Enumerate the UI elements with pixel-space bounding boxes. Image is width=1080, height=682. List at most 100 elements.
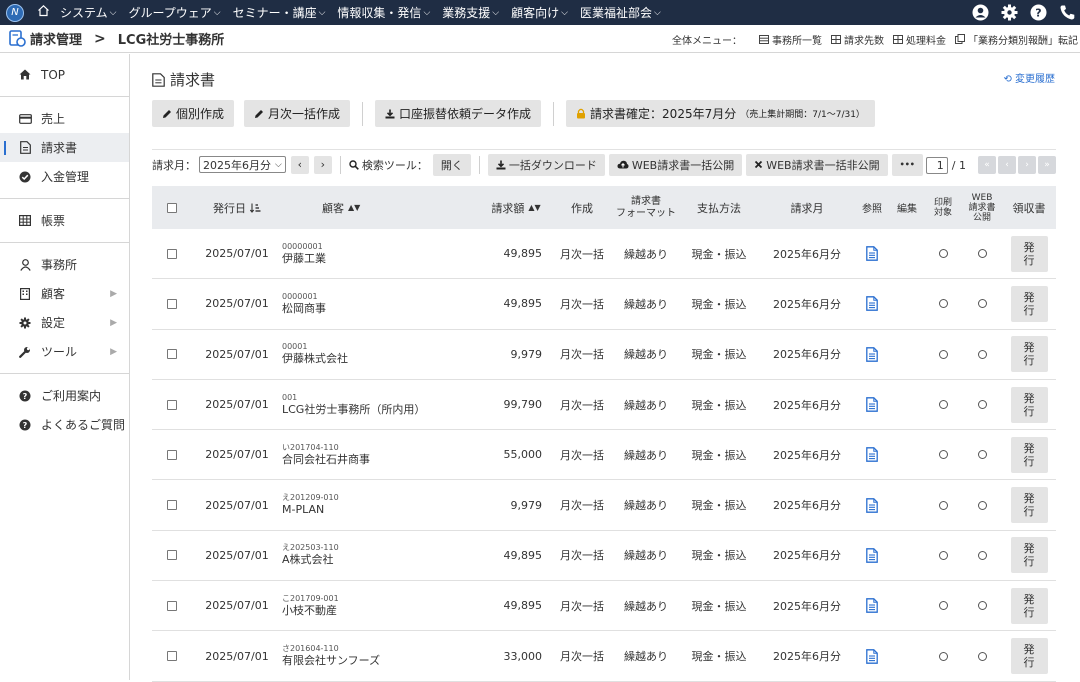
cell-customer[interactable]: こ201709-001 小枝不動産 xyxy=(282,594,470,618)
customer-name[interactable]: 伊藤株式会社 xyxy=(282,352,348,366)
row-checkbox[interactable] xyxy=(167,399,177,410)
monthly-create-button[interactable]: 月次一括作成 xyxy=(244,100,351,127)
web-publish-radio[interactable] xyxy=(977,601,987,611)
sidebar-item-sales[interactable]: 売上 xyxy=(0,104,129,133)
cell-customer[interactable]: え202503-110 A株式会社 xyxy=(282,543,470,567)
web-publish-radio[interactable] xyxy=(977,651,987,661)
prev-page-button[interactable]: ‹ xyxy=(998,156,1016,174)
web-publish-button[interactable]: WEB請求書一括公開 xyxy=(608,153,743,176)
document-view-icon[interactable] xyxy=(866,548,878,563)
sidebar-item-tools[interactable]: ツール ▶ xyxy=(0,337,129,366)
issue-receipt-button[interactable]: 発行 xyxy=(1010,336,1048,373)
customer-name[interactable]: 伊藤工業 xyxy=(282,252,326,266)
print-target-radio[interactable] xyxy=(938,249,948,259)
sidebar-item-office[interactable]: 事務所 xyxy=(0,250,129,279)
print-target-radio[interactable] xyxy=(938,601,948,611)
sidebar-item-faq[interactable]: ? よくあるご質問 xyxy=(0,410,129,439)
invoice-confirm-button[interactable]: 請求書確定：2025年7月分 （売上集計期間：7/1〜7/31） xyxy=(566,100,875,127)
transfer-data-button[interactable]: 口座振替依頼データ作成 xyxy=(375,100,542,127)
customer-name[interactable]: 松岡商事 xyxy=(282,302,326,316)
document-view-icon[interactable] xyxy=(866,397,878,412)
row-checkbox[interactable] xyxy=(167,349,177,360)
gear-icon[interactable] xyxy=(1000,4,1018,22)
cell-customer[interactable]: え201209-010 M-PLAN xyxy=(282,493,470,517)
row-checkbox[interactable] xyxy=(167,651,177,662)
month-select[interactable]: 2025年6月分 ⌵ xyxy=(199,156,286,173)
help-icon[interactable]: ? xyxy=(1029,4,1047,22)
user-icon[interactable] xyxy=(971,4,989,22)
document-view-icon[interactable] xyxy=(866,246,878,261)
print-target-radio[interactable] xyxy=(938,651,948,661)
history-link[interactable]: ⟲ 変更履歴 xyxy=(1003,70,1055,85)
web-publish-radio[interactable] xyxy=(977,550,987,560)
document-view-icon[interactable] xyxy=(866,648,878,664)
issue-receipt-button[interactable]: 発行 xyxy=(1010,436,1048,473)
office-list-link[interactable]: 事務所一覧 xyxy=(759,32,822,47)
print-target-radio[interactable] xyxy=(938,349,948,359)
print-target-radio[interactable] xyxy=(938,550,948,560)
app-title[interactable]: 請求管理 xyxy=(30,29,82,48)
menu-groupware[interactable]: グループウェア xyxy=(128,4,220,21)
sidebar-item-customer[interactable]: 顧客 ▶ xyxy=(0,279,129,308)
web-unpublish-button[interactable]: WEB請求書一括非公開 xyxy=(746,153,888,176)
bulk-download-button[interactable]: 一括ダウンロード xyxy=(487,153,605,176)
issue-receipt-button[interactable]: 発行 xyxy=(1010,537,1048,574)
next-month-button[interactable]: › xyxy=(313,155,332,174)
customer-name[interactable]: 小枝不動産 xyxy=(282,604,337,618)
app-logo[interactable]: N xyxy=(6,3,24,22)
print-target-radio[interactable] xyxy=(938,400,948,410)
header-customer[interactable]: 顧客 ▲▼ xyxy=(282,200,470,216)
print-target-radio[interactable] xyxy=(938,299,948,309)
menu-medical[interactable]: 医業福祉部会 xyxy=(580,4,661,21)
document-view-icon[interactable] xyxy=(866,598,878,614)
sidebar-item-settings[interactable]: 設定 ▶ xyxy=(0,308,129,337)
cell-customer[interactable]: 00000001 伊藤工業 xyxy=(282,242,470,266)
document-view-icon[interactable] xyxy=(866,447,878,463)
billing-count-link[interactable]: 請求先数 xyxy=(831,32,884,47)
issue-receipt-button[interactable]: 発行 xyxy=(1010,638,1048,675)
sidebar-item-guide[interactable]: ? ご利用案内 xyxy=(0,381,129,410)
sidebar-item-payments[interactable]: 入金管理 xyxy=(0,162,129,191)
customer-name[interactable]: M-PLAN xyxy=(282,503,324,517)
web-publish-radio[interactable] xyxy=(977,450,987,460)
last-page-button[interactable]: » xyxy=(1038,156,1056,174)
row-checkbox[interactable] xyxy=(167,449,177,460)
web-publish-radio[interactable] xyxy=(977,249,987,259)
home-icon[interactable] xyxy=(36,4,50,21)
row-checkbox[interactable] xyxy=(167,298,177,309)
web-publish-radio[interactable] xyxy=(977,500,987,510)
row-checkbox[interactable] xyxy=(167,550,177,561)
issue-receipt-button[interactable]: 発行 xyxy=(1010,235,1048,272)
cell-customer[interactable]: い201704-110 合同会社石井商事 xyxy=(282,443,470,467)
issue-receipt-button[interactable]: 発行 xyxy=(1010,587,1048,624)
individual-create-button[interactable]: 個別作成 xyxy=(152,100,235,127)
print-target-radio[interactable] xyxy=(938,450,948,460)
menu-info[interactable]: 情報収集・発信 xyxy=(337,4,430,21)
web-publish-radio[interactable] xyxy=(977,400,987,410)
issue-receipt-button[interactable]: 発行 xyxy=(1010,487,1048,524)
menu-seminar[interactable]: セミナー・講座 xyxy=(233,4,326,21)
header-date[interactable]: 発行日 xyxy=(192,200,282,216)
fee-link[interactable]: 処理料金 xyxy=(893,32,946,47)
menu-system[interactable]: システム xyxy=(60,4,116,21)
row-checkbox[interactable] xyxy=(167,500,177,511)
sidebar-item-reports[interactable]: 帳票 xyxy=(0,206,129,235)
first-page-button[interactable]: « xyxy=(978,156,996,174)
issue-receipt-button[interactable]: 発行 xyxy=(1010,386,1048,423)
select-all-checkbox[interactable] xyxy=(167,202,177,213)
cell-customer[interactable]: さ201604-110 有限会社サンフーズ xyxy=(282,644,470,668)
sidebar-item-top[interactable]: TOP xyxy=(0,60,129,89)
menu-business-support[interactable]: 業務支援 xyxy=(442,4,499,21)
document-view-icon[interactable] xyxy=(866,346,878,362)
web-publish-radio[interactable] xyxy=(977,349,987,359)
row-checkbox[interactable] xyxy=(167,600,177,611)
prev-month-button[interactable]: ‹ xyxy=(290,155,309,174)
document-view-icon[interactable] xyxy=(866,497,878,513)
customer-name[interactable]: 有限会社サンフーズ xyxy=(282,654,380,668)
customer-name[interactable]: 合同会社石井商事 xyxy=(282,453,370,467)
cell-customer[interactable]: 0000001 松岡商事 xyxy=(282,292,470,316)
cell-customer[interactable]: 00001 伊藤株式会社 xyxy=(282,342,470,366)
issue-receipt-button[interactable]: 発行 xyxy=(1010,285,1048,322)
header-amount[interactable]: 請求額 ▲▼ xyxy=(470,200,550,216)
print-target-radio[interactable] xyxy=(938,500,948,510)
